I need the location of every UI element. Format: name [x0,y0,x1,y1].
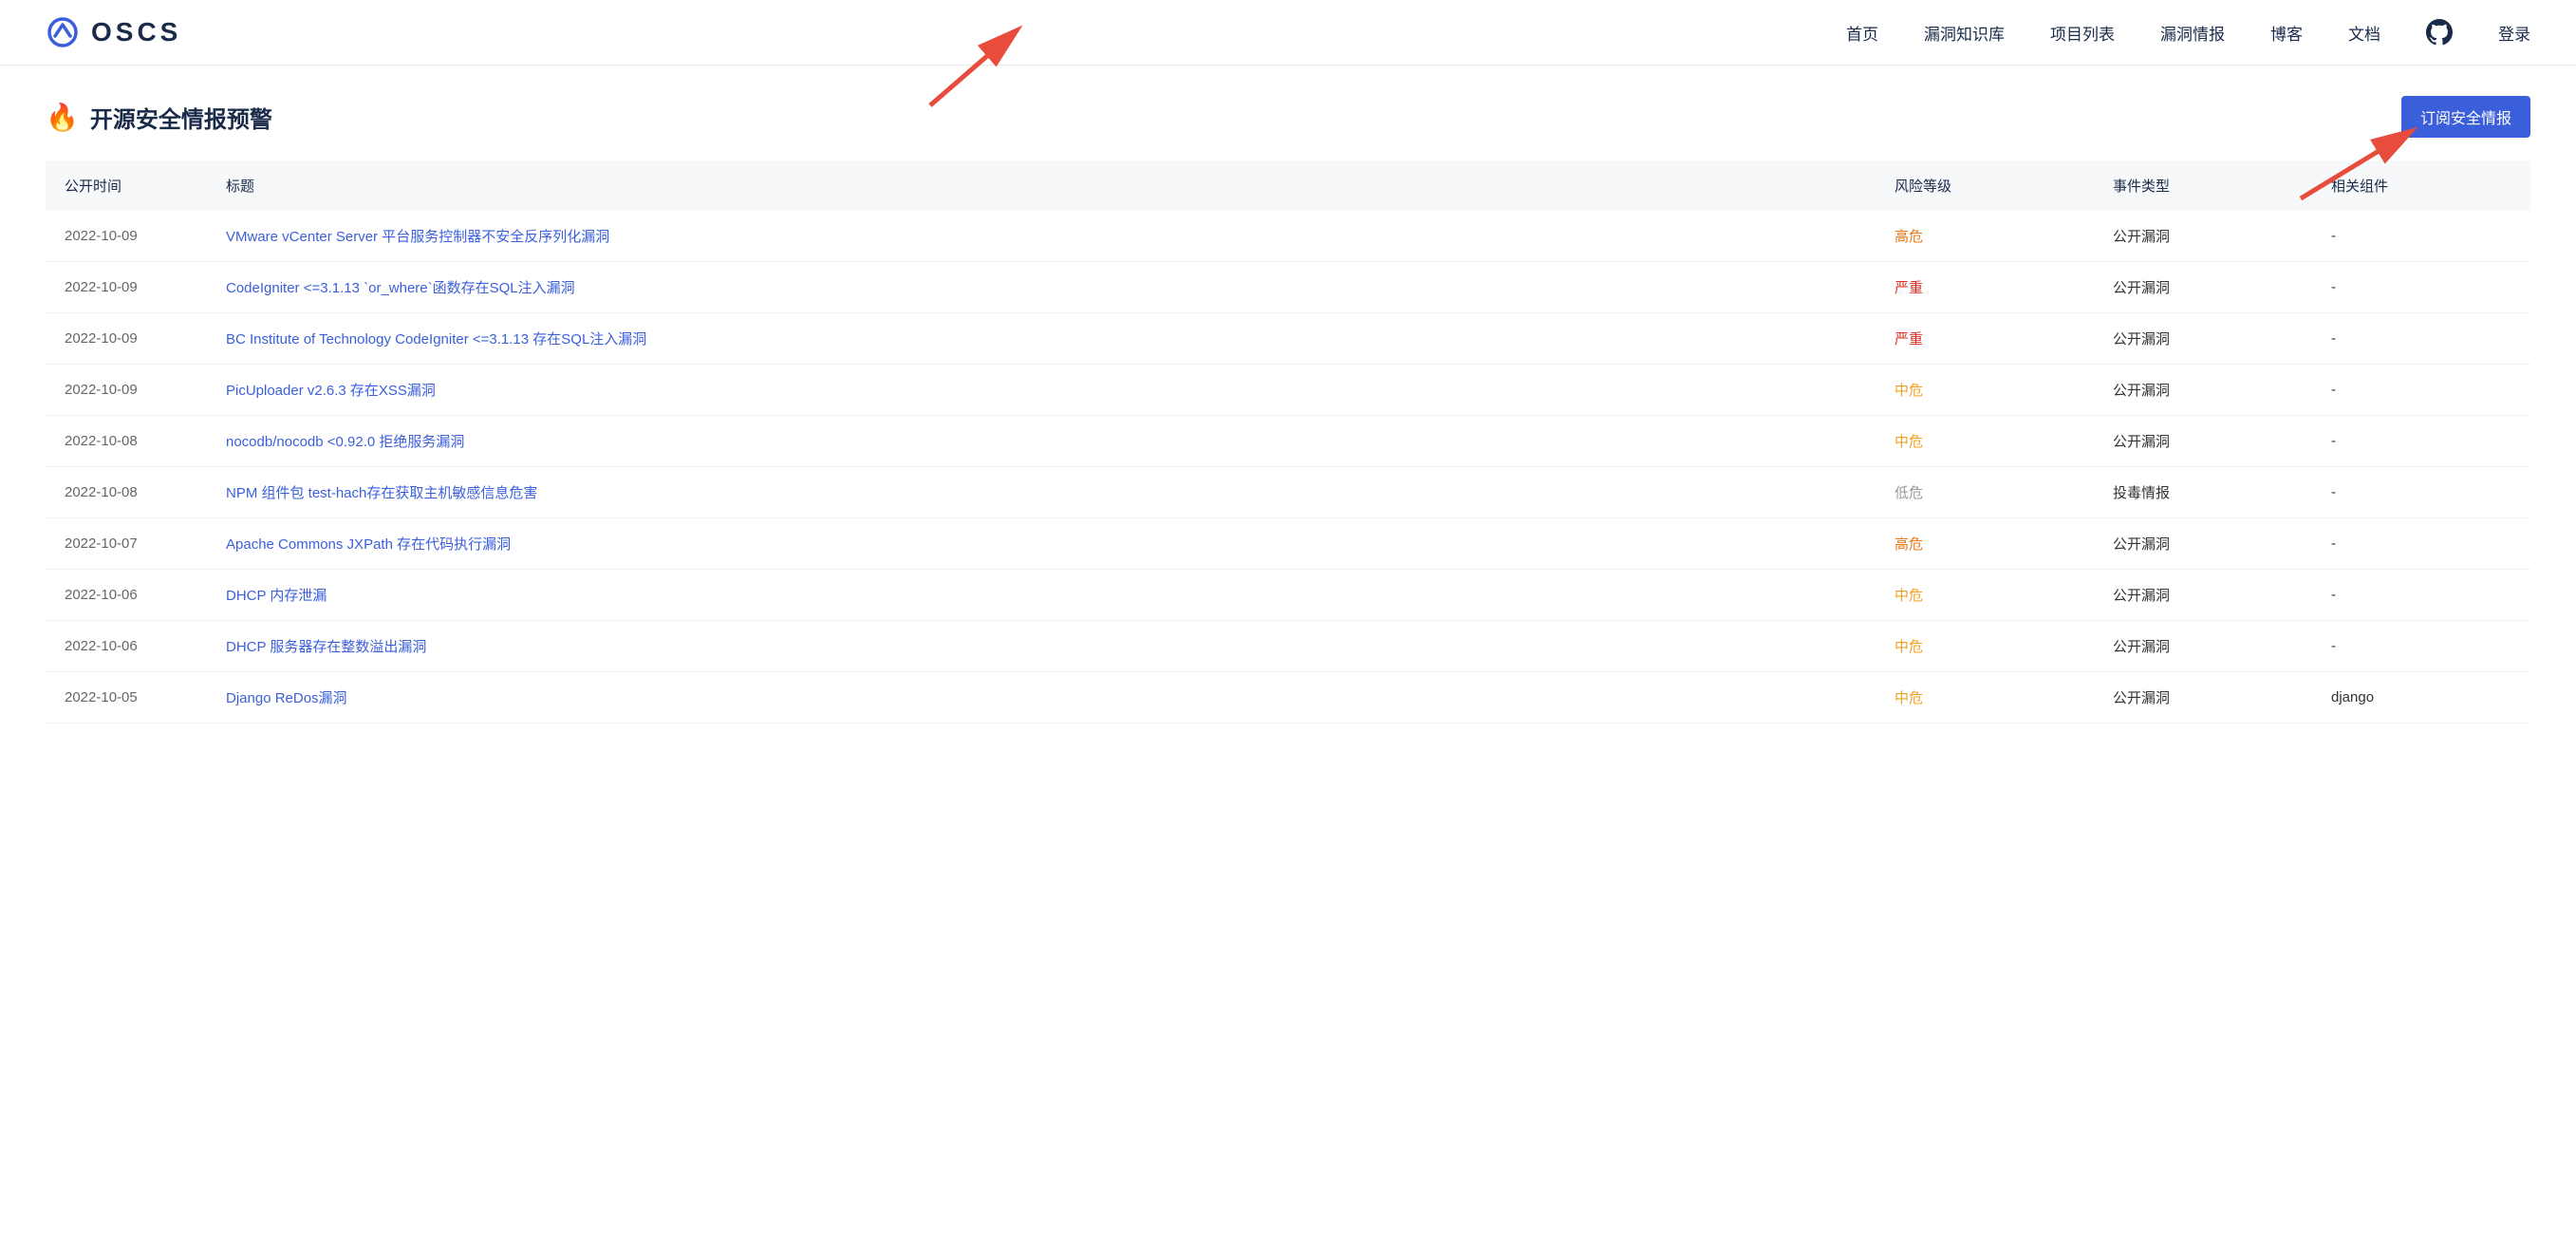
table-row: 2022-10-09BC Institute of Technology Cod… [46,313,2530,365]
title-group: 🔥 开源安全情报预警 [46,101,272,134]
cell-type: 公开漏洞 [2094,262,2312,313]
cell-component: - [2312,416,2530,467]
cell-date: 2022-10-06 [46,621,207,672]
fire-icon: 🔥 [46,102,79,133]
cell-risk: 中危 [1876,621,2094,672]
cell-risk: 高危 [1876,211,2094,262]
cell-title-link[interactable]: BC Institute of Technology CodeIgniter <… [207,313,1876,365]
cell-component: django [2312,672,2530,723]
cell-date: 2022-10-08 [46,467,207,518]
github-icon[interactable] [2426,19,2453,46]
cell-component: - [2312,262,2530,313]
cell-title-link[interactable]: VMware vCenter Server 平台服务控制器不安全反序列化漏洞 [207,211,1876,262]
table-row: 2022-10-08NPM 组件包 test-hach存在获取主机敏感信息危害低… [46,467,2530,518]
nav-knowledge[interactable]: 漏洞知识库 [1924,21,2005,45]
cell-component: - [2312,570,2530,621]
cell-component: - [2312,467,2530,518]
cell-date: 2022-10-09 [46,211,207,262]
cell-risk: 中危 [1876,416,2094,467]
logo-icon [46,15,80,49]
table-header-row: 公开时间 标题 风险等级 事件类型 相关组件 [46,160,2530,211]
cell-type: 公开漏洞 [2094,365,2312,416]
cell-component: - [2312,621,2530,672]
cell-risk: 严重 [1876,313,2094,365]
cell-title-link[interactable]: PicUploader v2.6.3 存在XSS漏洞 [207,365,1876,416]
cell-risk: 低危 [1876,467,2094,518]
cell-title-link[interactable]: NPM 组件包 test-hach存在获取主机敏感信息危害 [207,467,1876,518]
cell-component: - [2312,211,2530,262]
cell-date: 2022-10-09 [46,365,207,416]
vulnerability-table: 公开时间 标题 风险等级 事件类型 相关组件 2022-10-09VMware … [46,160,2530,723]
table-row: 2022-10-08nocodb/nocodb <0.92.0 拒绝服务漏洞中危… [46,416,2530,467]
cell-component: - [2312,518,2530,570]
main-nav: 首页 漏洞知识库 项目列表 漏洞情报 博客 文档 登录 [1846,19,2530,46]
table-row: 2022-10-09PicUploader v2.6.3 存在XSS漏洞中危公开… [46,365,2530,416]
login-link[interactable]: 登录 [2498,21,2530,45]
cell-title-link[interactable]: CodeIgniter <=3.1.13 `or_where`函数存在SQL注入… [207,262,1876,313]
cell-risk: 高危 [1876,518,2094,570]
cell-title-link[interactable]: nocodb/nocodb <0.92.0 拒绝服务漏洞 [207,416,1876,467]
cell-type: 公开漏洞 [2094,211,2312,262]
cell-type: 公开漏洞 [2094,518,2312,570]
cell-type: 投毒情报 [2094,467,2312,518]
cell-type: 公开漏洞 [2094,570,2312,621]
header-title: 标题 [207,160,1876,211]
cell-date: 2022-10-06 [46,570,207,621]
nav-home[interactable]: 首页 [1846,21,1878,45]
cell-risk: 中危 [1876,672,2094,723]
nav-intelligence[interactable]: 漏洞情报 [2160,21,2225,45]
cell-title-link[interactable]: DHCP 内存泄漏 [207,570,1876,621]
header-type: 事件类型 [2094,160,2312,211]
header-risk: 风险等级 [1876,160,2094,211]
table-row: 2022-10-09CodeIgniter <=3.1.13 `or_where… [46,262,2530,313]
nav-projects[interactable]: 项目列表 [2050,21,2115,45]
cell-title-link[interactable]: DHCP 服务器存在整数溢出漏洞 [207,621,1876,672]
header-component: 相关组件 [2312,160,2530,211]
table-row: 2022-10-07Apache Commons JXPath 存在代码执行漏洞… [46,518,2530,570]
cell-date: 2022-10-08 [46,416,207,467]
cell-date: 2022-10-09 [46,262,207,313]
main-header: OSCS 首页 漏洞知识库 项目列表 漏洞情报 博客 文档 登录 [0,0,2576,66]
cell-date: 2022-10-05 [46,672,207,723]
subscribe-button[interactable]: 订阅安全情报 [2401,96,2530,138]
cell-date: 2022-10-09 [46,313,207,365]
nav-blog[interactable]: 博客 [2270,21,2303,45]
main-content: 🔥 开源安全情报预警 订阅安全情报 公开时间 标题 风险等级 事件类型 相关组件… [0,66,2576,754]
nav-docs[interactable]: 文档 [2348,21,2380,45]
page-header-row: 🔥 开源安全情报预警 订阅安全情报 [46,96,2530,138]
logo-text: OSCS [91,17,181,47]
header-date: 公开时间 [46,160,207,211]
table-row: 2022-10-05Django ReDos漏洞中危公开漏洞django [46,672,2530,723]
cell-component: - [2312,365,2530,416]
cell-risk: 严重 [1876,262,2094,313]
table-row: 2022-10-06DHCP 内存泄漏中危公开漏洞- [46,570,2530,621]
cell-date: 2022-10-07 [46,518,207,570]
cell-component: - [2312,313,2530,365]
table-row: 2022-10-06DHCP 服务器存在整数溢出漏洞中危公开漏洞- [46,621,2530,672]
cell-type: 公开漏洞 [2094,672,2312,723]
cell-title-link[interactable]: Django ReDos漏洞 [207,672,1876,723]
logo[interactable]: OSCS [46,15,181,49]
cell-risk: 中危 [1876,365,2094,416]
cell-type: 公开漏洞 [2094,416,2312,467]
cell-risk: 中危 [1876,570,2094,621]
page-title: 开源安全情报预警 [90,101,272,134]
cell-title-link[interactable]: Apache Commons JXPath 存在代码执行漏洞 [207,518,1876,570]
table-row: 2022-10-09VMware vCenter Server 平台服务控制器不… [46,211,2530,262]
cell-type: 公开漏洞 [2094,621,2312,672]
cell-type: 公开漏洞 [2094,313,2312,365]
